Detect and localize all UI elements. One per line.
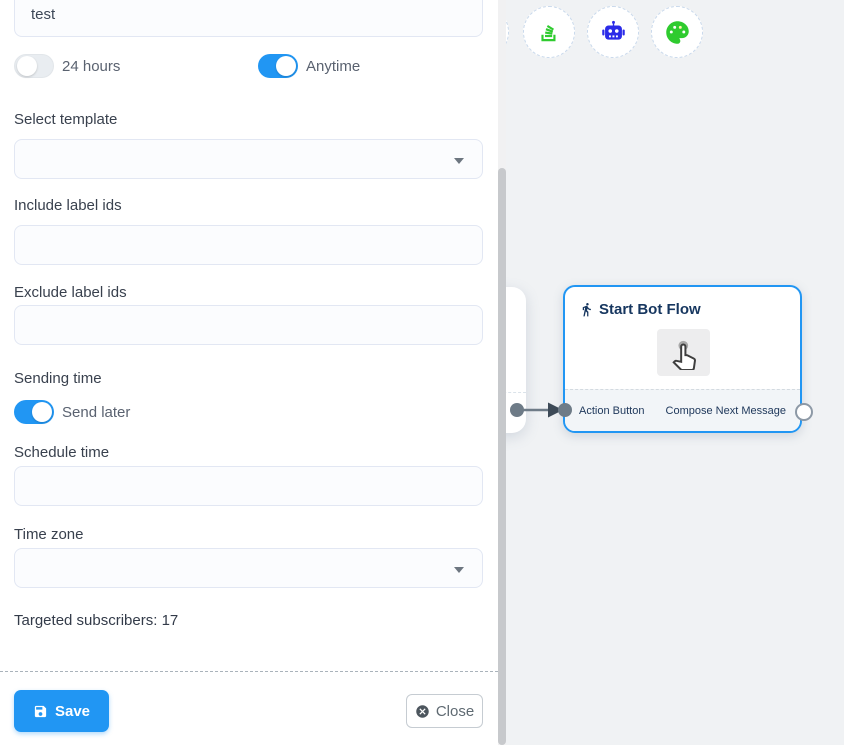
- 24-hours-toggle[interactable]: [14, 54, 54, 78]
- node-footer-compose-label[interactable]: Compose Next Message: [666, 405, 786, 417]
- time-zone-label: Time zone: [14, 527, 83, 543]
- node-footer: Action Button Compose Next Message: [565, 389, 800, 431]
- time-zone-select[interactable]: [14, 548, 483, 588]
- footer-divider: [0, 671, 498, 672]
- close-button-label: Close: [436, 703, 474, 720]
- targeted-subscribers-text: Targeted subscribers: 17: [14, 612, 178, 629]
- panel-scrollbar-track[interactable]: [498, 0, 506, 745]
- node-title: Start Bot Flow: [599, 301, 701, 318]
- toggle-knob: [276, 56, 296, 76]
- toolbar-button-design[interactable]: [651, 6, 703, 58]
- stack-icon: [536, 19, 562, 45]
- anytime-label: Anytime: [306, 58, 360, 75]
- hidden-node-footer-divider: [506, 392, 526, 393]
- toolbar-button-bot[interactable]: [587, 6, 639, 58]
- anytime-toggle[interactable]: [258, 54, 298, 78]
- close-button[interactable]: Close: [406, 694, 483, 728]
- flow-edge: [506, 395, 578, 425]
- include-label-ids-label: Include label ids: [14, 198, 122, 214]
- campaign-settings-panel: 24 hours Anytime Select template Include…: [0, 0, 498, 745]
- schedule-time-input[interactable]: [14, 466, 483, 506]
- send-later-toggle[interactable]: [14, 400, 54, 424]
- sending-time-label: Sending time: [14, 371, 102, 387]
- exclude-label-ids-input[interactable]: [14, 305, 483, 345]
- close-circle-icon: [415, 704, 430, 719]
- node-body-placeholder[interactable]: [657, 329, 710, 376]
- campaign-name-input[interactable]: [14, 0, 483, 37]
- node-output-connector[interactable]: [795, 403, 813, 421]
- save-button-label: Save: [55, 703, 90, 720]
- caret-down-icon: [454, 158, 464, 164]
- robot-icon: [600, 19, 627, 46]
- include-label-ids-input[interactable]: [14, 225, 483, 265]
- send-later-label: Send later: [62, 404, 130, 421]
- exclude-label-ids-label: Exclude label ids: [14, 285, 127, 301]
- tap-cursor-icon: [667, 336, 701, 370]
- walking-person-icon: [579, 302, 594, 317]
- toggle-knob: [32, 402, 52, 422]
- 24-hours-label: 24 hours: [62, 58, 120, 75]
- panel-scrollbar-thumb[interactable]: [498, 168, 506, 745]
- node-header: Start Bot Flow: [579, 301, 701, 318]
- caret-down-icon: [454, 567, 464, 573]
- palette-icon: [664, 19, 691, 46]
- node-footer-action-button-label[interactable]: Action Button: [579, 405, 644, 417]
- save-icon: [33, 704, 48, 719]
- toggle-knob: [17, 56, 37, 76]
- save-button[interactable]: Save: [14, 690, 109, 732]
- template-select[interactable]: [14, 139, 483, 179]
- start-bot-flow-node[interactable]: Start Bot Flow Action Button Compose Nex…: [563, 285, 802, 433]
- select-template-label: Select template: [14, 112, 117, 128]
- schedule-time-label: Schedule time: [14, 445, 109, 461]
- flow-builder-canvas[interactable]: Start Bot Flow Action Button Compose Nex…: [506, 0, 844, 745]
- toolbar-circle-partial[interactable]: [506, 6, 509, 58]
- toolbar-button-sequence[interactable]: [523, 6, 575, 58]
